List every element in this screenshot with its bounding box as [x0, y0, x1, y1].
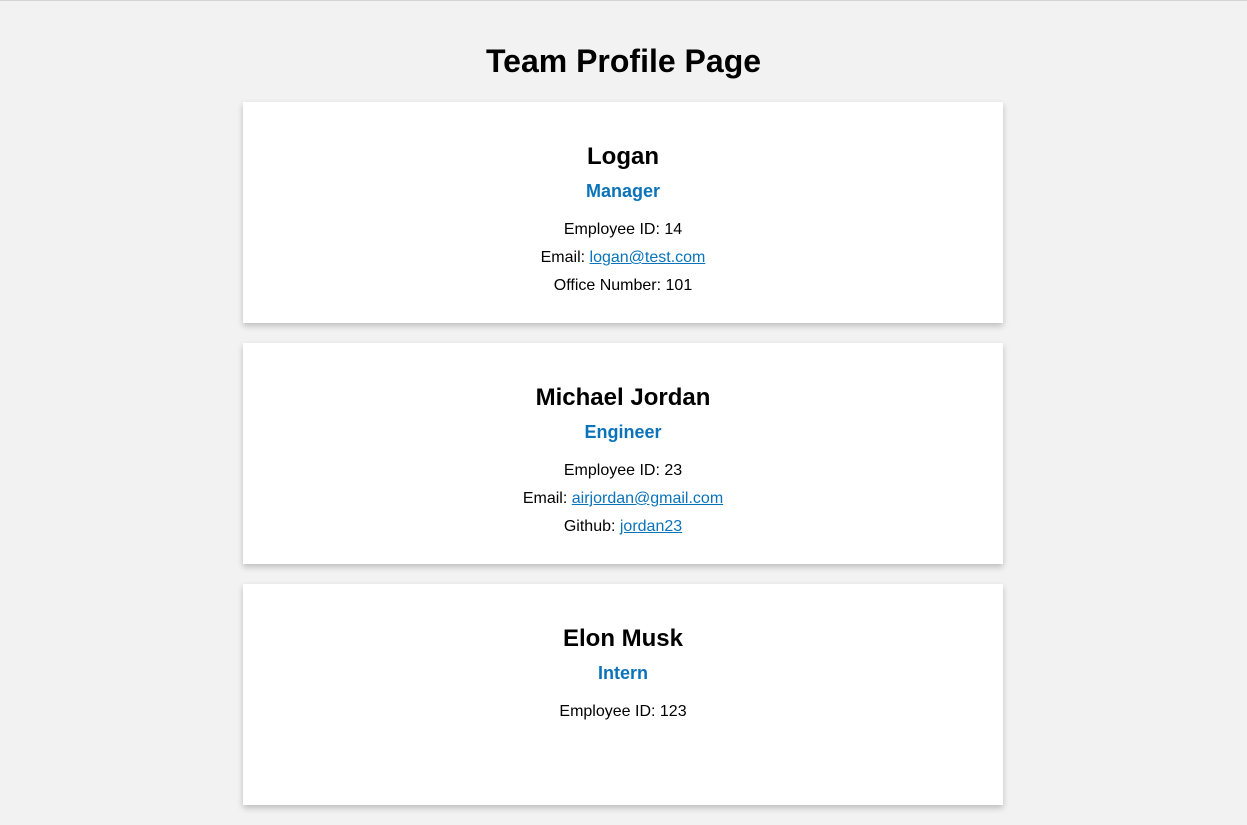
office-number-label: Office Number: [553, 277, 666, 294]
email-link[interactable]: airjordan@gmail.com [572, 490, 723, 507]
employee-email-line: Email: airjordan@gmail.com [243, 485, 1003, 513]
employee-id-line: Employee ID: 23 [243, 457, 1003, 485]
team-card-list: Logan Manager Employee ID: 14 Email: log… [243, 102, 1003, 825]
employee-name: Logan [587, 143, 659, 170]
employee-card-intern: Elon Musk Intern Employee ID: 123 [243, 584, 1003, 805]
github-line: Github: jordan23 [243, 513, 1003, 541]
email-link[interactable]: logan@test.com [590, 249, 706, 266]
employee-id-label: Employee ID: [563, 221, 665, 238]
employee-role: Manager [585, 181, 661, 201]
employee-name: Michael Jordan [535, 384, 711, 411]
employee-id-line: Employee ID: 14 [243, 216, 1003, 244]
github-label: Github: [563, 518, 620, 535]
employee-info: Employee ID: 14 Email: logan@test.com Of… [243, 216, 1003, 300]
employee-card-manager: Logan Manager Employee ID: 14 Email: log… [243, 102, 1003, 323]
employee-id-label: Employee ID: [563, 462, 665, 479]
employee-info: Employee ID: 23 Email: airjordan@gmail.c… [243, 457, 1003, 541]
employee-email-line: Email: logan@test.com [243, 244, 1003, 272]
employee-name: Elon Musk [562, 625, 683, 652]
page-title: Team Profile Page [485, 43, 762, 79]
employee-id-value: 14 [664, 221, 683, 238]
page: { "page": { "title": "Team Profile Page"… [0, 0, 1247, 805]
employee-card-engineer: Michael Jordan Engineer Employee ID: 23 … [243, 343, 1003, 564]
office-number-value: 101 [665, 277, 693, 294]
email-label: Email: [540, 249, 590, 266]
employee-role: Intern [597, 663, 648, 683]
employee-id-label: Employee ID: [559, 703, 660, 720]
employee-id-value: 123 [659, 703, 687, 720]
github-link[interactable]: jordan23 [620, 518, 682, 535]
office-number-line: Office Number: 101 [243, 272, 1003, 300]
employee-info: Employee ID: 123 [243, 698, 1003, 726]
employee-role: Engineer [584, 422, 662, 442]
email-label: Email: [522, 490, 572, 507]
employee-id-line: Employee ID: 123 [243, 698, 1003, 726]
employee-id-value: 23 [664, 462, 683, 479]
